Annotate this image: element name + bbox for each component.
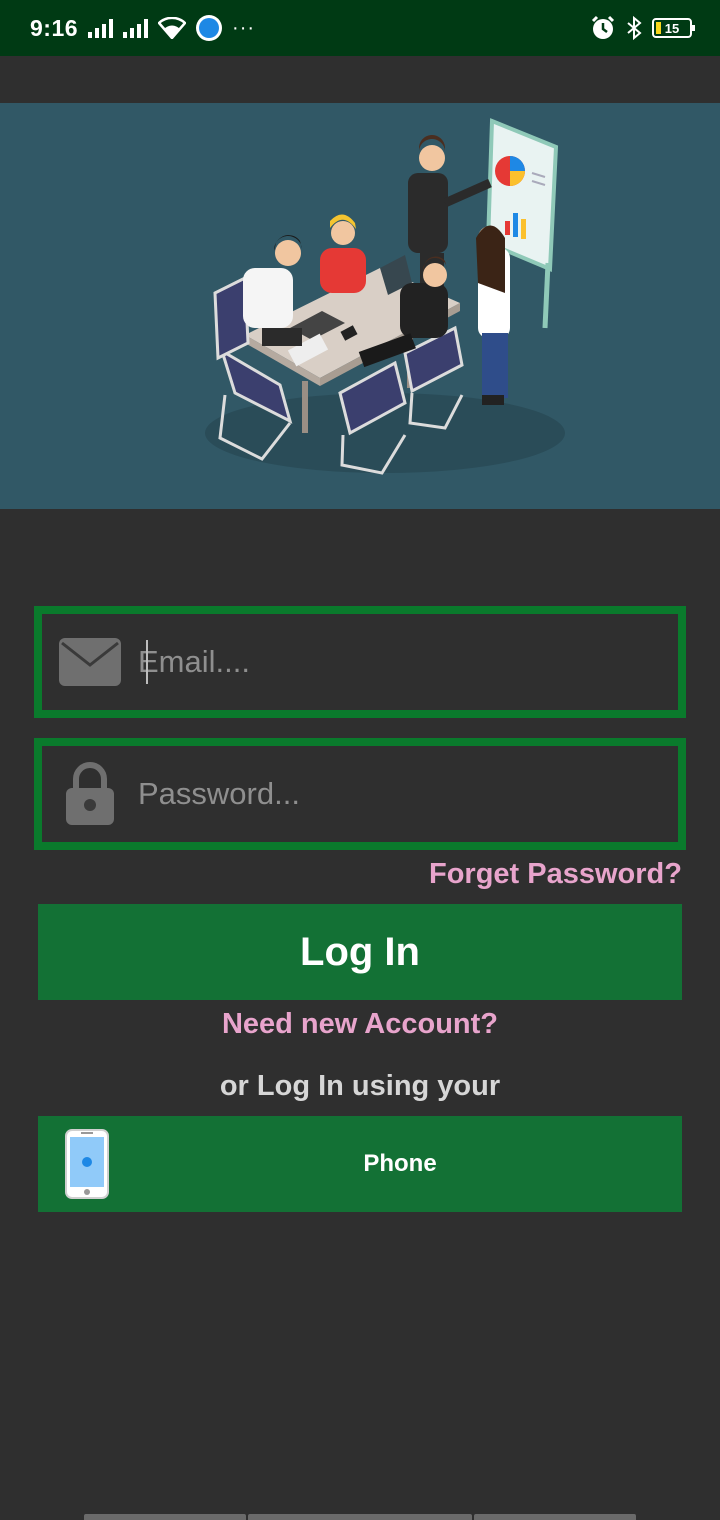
bottom-tabs xyxy=(84,1514,636,1520)
alt-login-label: or Log In using your xyxy=(219,1070,501,1102)
signal-icon xyxy=(123,18,149,38)
login-button[interactable]: Log In xyxy=(38,904,682,1000)
text-caret xyxy=(146,640,148,684)
lock-icon xyxy=(66,762,114,825)
phone-icon xyxy=(65,1129,109,1199)
phone-login-label: Phone xyxy=(363,1150,437,1177)
status-bar: 9:16 ··· 15 xyxy=(0,0,720,56)
hero-banner xyxy=(0,103,720,509)
status-left: 9:16 ··· xyxy=(30,15,255,42)
alarm-icon xyxy=(591,15,615,39)
mail-icon xyxy=(59,638,121,686)
password-field[interactable] xyxy=(34,738,686,850)
business-meeting-illustration xyxy=(205,118,565,475)
phone-login-button[interactable]: Phone xyxy=(38,1116,682,1212)
battery-level: 15 xyxy=(664,20,680,36)
status-right: 15 xyxy=(590,15,695,41)
signal-icon xyxy=(88,18,114,38)
forgot-password-link[interactable]: Forget Password? xyxy=(429,858,682,891)
password-icon-box xyxy=(42,746,138,842)
app-bar xyxy=(0,56,720,103)
password-input[interactable] xyxy=(138,764,658,824)
more-dots-icon: ··· xyxy=(232,16,256,39)
battery-icon: 15 xyxy=(652,18,695,38)
bluetooth-icon xyxy=(627,16,642,40)
status-time: 9:16 xyxy=(30,14,79,41)
email-icon-box xyxy=(42,614,138,710)
email-field[interactable] xyxy=(34,606,686,718)
wifi-icon xyxy=(158,17,187,39)
email-input[interactable] xyxy=(138,632,658,692)
messenger-icon xyxy=(196,15,223,41)
need-account-link[interactable]: Need new Account? xyxy=(0,1008,720,1041)
